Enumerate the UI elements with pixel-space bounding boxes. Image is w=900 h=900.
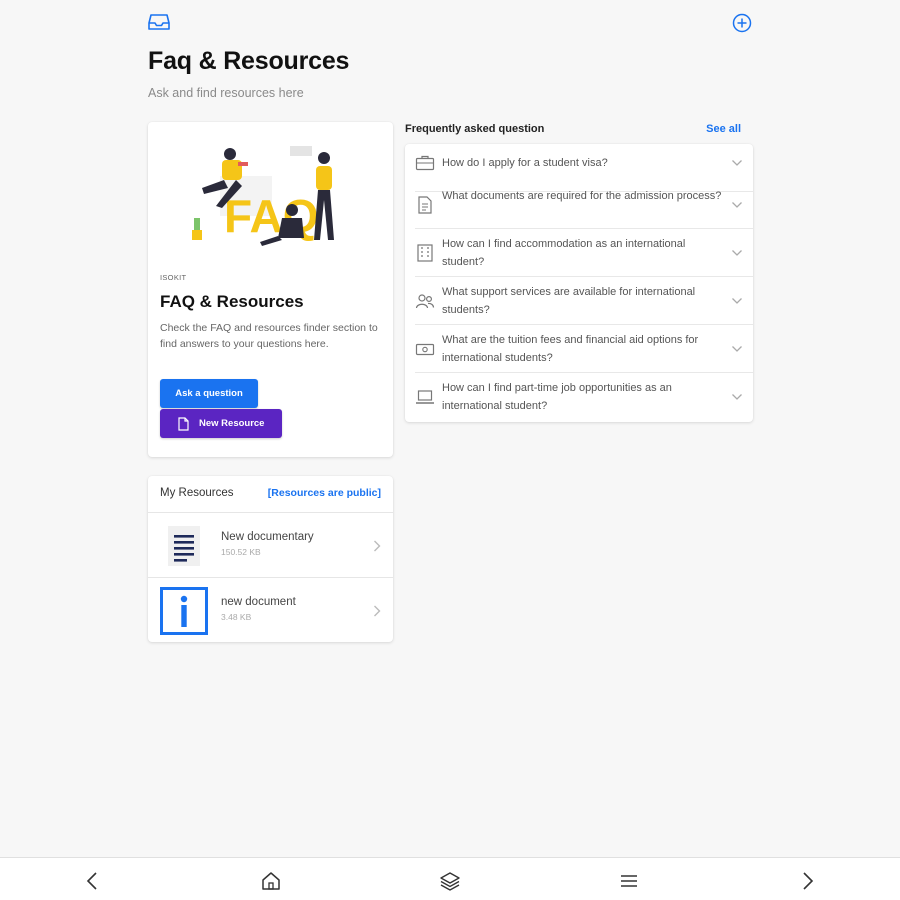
see-all-link[interactable]: See all xyxy=(706,123,741,135)
faq-illustration: FAQ xyxy=(192,146,334,246)
faq-title: Frequently asked question xyxy=(405,123,545,135)
briefcase-icon xyxy=(415,155,435,171)
faq-promo-card: FAQ ISOKIT FAQ & Resources Check the FAQ… xyxy=(148,122,393,457)
document-icon xyxy=(418,196,432,214)
forward-arrow-icon[interactable] xyxy=(796,870,818,892)
faq-item[interactable]: How can I find part-time job opportuniti… xyxy=(405,373,753,421)
resource-size: 3.48 KB xyxy=(221,612,252,622)
resources-title: My Resources xyxy=(160,487,234,499)
document-icon xyxy=(178,416,189,431)
chevron-down-icon xyxy=(732,394,742,400)
new-resource-button[interactable]: New Resource xyxy=(160,409,282,438)
chevron-right-icon xyxy=(374,605,381,617)
resource-item[interactable]: New documentary 150.52 KB xyxy=(148,514,393,578)
svg-text:FAQ: FAQ xyxy=(224,190,319,242)
home-icon[interactable] xyxy=(260,870,282,892)
page-subtitle: Ask and find resources here xyxy=(148,86,304,100)
faq-question: How do I apply for a student visa? xyxy=(442,157,608,169)
info-icon xyxy=(160,587,208,635)
faq-question: What are the tuition fees and financial … xyxy=(442,334,699,364)
faq-question: How can I find accommodation as an inter… xyxy=(442,238,686,268)
promo-title: FAQ & Resources xyxy=(160,292,304,311)
people-icon xyxy=(415,294,435,309)
resource-size: 150.52 KB xyxy=(221,547,261,557)
brand-label: ISOKIT xyxy=(160,273,187,282)
my-resources-card: My Resources [Resources are public] New … xyxy=(148,476,393,642)
layers-icon[interactable] xyxy=(439,870,461,892)
ask-question-button[interactable]: Ask a question xyxy=(160,379,258,408)
faq-item[interactable]: What support services are available for … xyxy=(405,277,753,325)
chevron-down-icon xyxy=(732,160,742,166)
bottom-nav-bar xyxy=(0,857,900,900)
add-circle-icon[interactable] xyxy=(731,12,753,34)
resource-name: New documentary xyxy=(221,531,314,543)
resource-name: new document xyxy=(221,596,296,608)
inbox-icon[interactable] xyxy=(148,12,170,32)
top-bar xyxy=(148,12,753,34)
new-resource-label: New Resource xyxy=(199,418,265,429)
faq-item[interactable]: What are the tuition fees and financial … xyxy=(405,325,753,373)
money-icon xyxy=(415,343,435,356)
chevron-down-icon xyxy=(732,202,742,208)
laptop-icon xyxy=(416,390,434,404)
faq-question: What documents are required for the admi… xyxy=(442,190,722,202)
chevron-down-icon xyxy=(732,346,742,352)
chevron-down-icon xyxy=(732,250,742,256)
faq-question: How can I find part-time job opportuniti… xyxy=(442,382,672,412)
page-title: Faq & Resources xyxy=(148,47,350,75)
resource-item[interactable]: new document 3.48 KB xyxy=(148,579,393,643)
building-icon xyxy=(417,244,433,262)
chevron-down-icon xyxy=(732,298,742,304)
faq-header: Frequently asked question See all xyxy=(405,122,753,140)
faq-item[interactable]: How can I find accommodation as an inter… xyxy=(405,229,753,277)
back-arrow-icon[interactable] xyxy=(82,870,104,892)
faq-item[interactable]: What documents are required for the admi… xyxy=(405,181,753,229)
resources-header: My Resources [Resources are public] xyxy=(148,476,393,513)
promo-description: Check the FAQ and resources finder secti… xyxy=(160,322,378,350)
faq-question: What support services are available for … xyxy=(442,286,696,316)
chevron-right-icon xyxy=(374,540,381,552)
menu-icon[interactable] xyxy=(618,870,640,892)
resources-public-link[interactable]: [Resources are public] xyxy=(268,487,381,499)
faq-list: How do I apply for a student visa? What … xyxy=(405,144,753,422)
document-lines-icon xyxy=(168,526,200,566)
